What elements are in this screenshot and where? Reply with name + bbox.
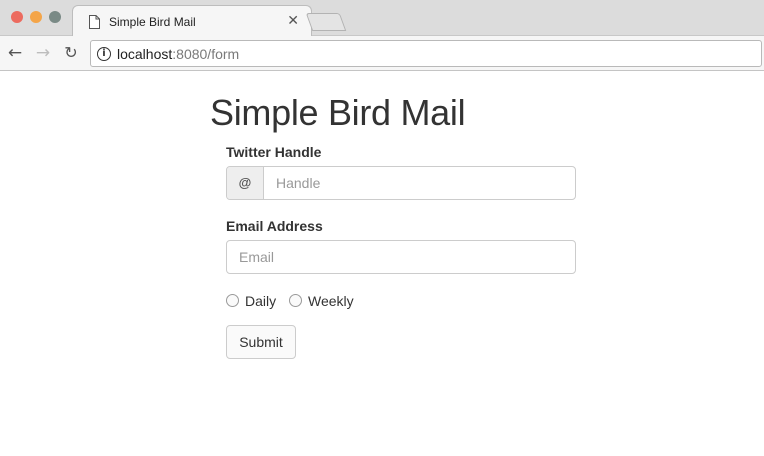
browser-toolbar: ← → ↻ i localhost:8080/form xyxy=(0,36,764,71)
address-bar[interactable]: i localhost:8080/form xyxy=(90,40,762,67)
browser-tab[interactable]: Simple Bird Mail ✕ xyxy=(72,5,312,37)
url-path: :8080/form xyxy=(172,46,240,62)
page-content: Simple Bird Mail Twitter Handle @ Email … xyxy=(0,72,764,456)
url-text[interactable]: localhost:8080/form xyxy=(117,46,239,62)
radio-weekly-button[interactable] xyxy=(289,294,302,307)
back-arrow-icon[interactable]: ← xyxy=(5,42,25,64)
radio-daily-label[interactable]: Daily xyxy=(245,293,276,309)
browser-tab-bar: Simple Bird Mail ✕ xyxy=(0,0,764,37)
tab-close-icon[interactable]: ✕ xyxy=(287,13,299,29)
at-sign-addon: @ xyxy=(227,167,264,199)
window-minimize-button[interactable] xyxy=(30,11,42,23)
window-maximize-button[interactable] xyxy=(49,11,61,23)
reload-icon[interactable]: ↻ xyxy=(61,42,81,64)
twitter-handle-group: @ xyxy=(226,166,576,200)
info-icon[interactable]: i xyxy=(97,47,111,61)
email-input[interactable] xyxy=(226,240,576,274)
forward-arrow-icon[interactable]: → xyxy=(33,42,53,64)
twitter-handle-input[interactable] xyxy=(264,167,575,199)
radio-weekly-label[interactable]: Weekly xyxy=(308,293,354,309)
new-tab-button[interactable] xyxy=(305,13,347,31)
twitter-handle-label: Twitter Handle xyxy=(226,144,322,160)
tab-title: Simple Bird Mail xyxy=(109,15,196,29)
radio-daily-button[interactable] xyxy=(226,294,239,307)
window-close-button[interactable] xyxy=(11,11,23,23)
submit-button[interactable]: Submit xyxy=(226,325,296,359)
email-address-label: Email Address xyxy=(226,218,323,234)
document-icon xyxy=(89,15,100,29)
url-host: localhost xyxy=(117,46,173,62)
page-title: Simple Bird Mail xyxy=(210,92,466,133)
